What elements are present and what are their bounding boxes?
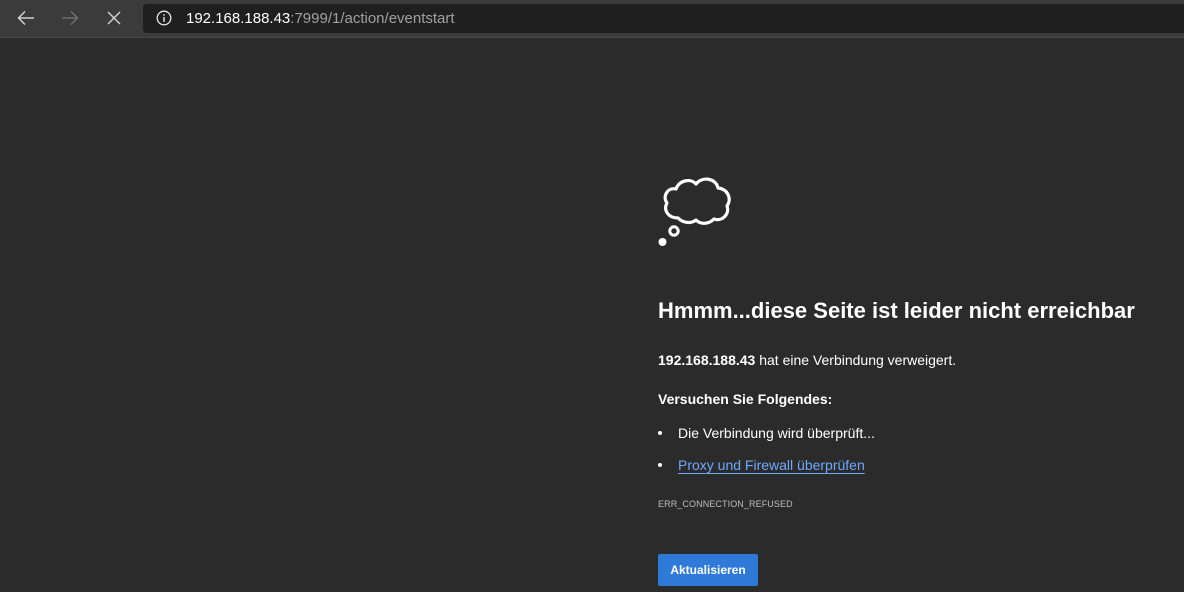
address-bar[interactable]: 192.168.188.43:7999/1/action/eventstart [143, 4, 1184, 33]
url-path: :7999/1/action/eventstart [290, 10, 455, 27]
suggestion-check-connection: Die Verbindung wird überprüft... [678, 425, 875, 441]
error-headline: Hmmm...diese Seite ist leider nicht erre… [658, 298, 1135, 323]
close-icon [107, 11, 121, 25]
forward-arrow-icon [62, 10, 79, 26]
refresh-button[interactable]: Aktualisieren [658, 554, 758, 586]
url-host: 192.168.188.43 [186, 10, 291, 27]
bullet [658, 463, 662, 467]
error-description: 192.168.188.43 hat eine Verbindung verwe… [658, 351, 956, 369]
error-description-text: hat eine Verbindung verweigert. [755, 352, 957, 368]
stop-loading-button[interactable] [98, 3, 130, 33]
bullet [658, 431, 662, 435]
info-icon[interactable] [156, 10, 172, 26]
browser-toolbar: 192.168.188.43:7999/1/action/eventstart [0, 0, 1184, 38]
suggestions-heading: Versuchen Sie Folgendes: [658, 391, 833, 407]
forward-button[interactable] [54, 3, 86, 33]
url-text[interactable]: 192.168.188.43:7999/1/action/eventstart [186, 10, 455, 27]
back-button[interactable] [10, 3, 42, 33]
error-host: 192.168.188.43 [658, 352, 756, 368]
back-arrow-icon [17, 10, 34, 26]
error-code: ERR_CONNECTION_REFUSED [658, 499, 793, 509]
thought-cloud-icon [658, 177, 731, 246]
proxy-firewall-link[interactable]: Proxy und Firewall überprüfen [678, 456, 865, 474]
